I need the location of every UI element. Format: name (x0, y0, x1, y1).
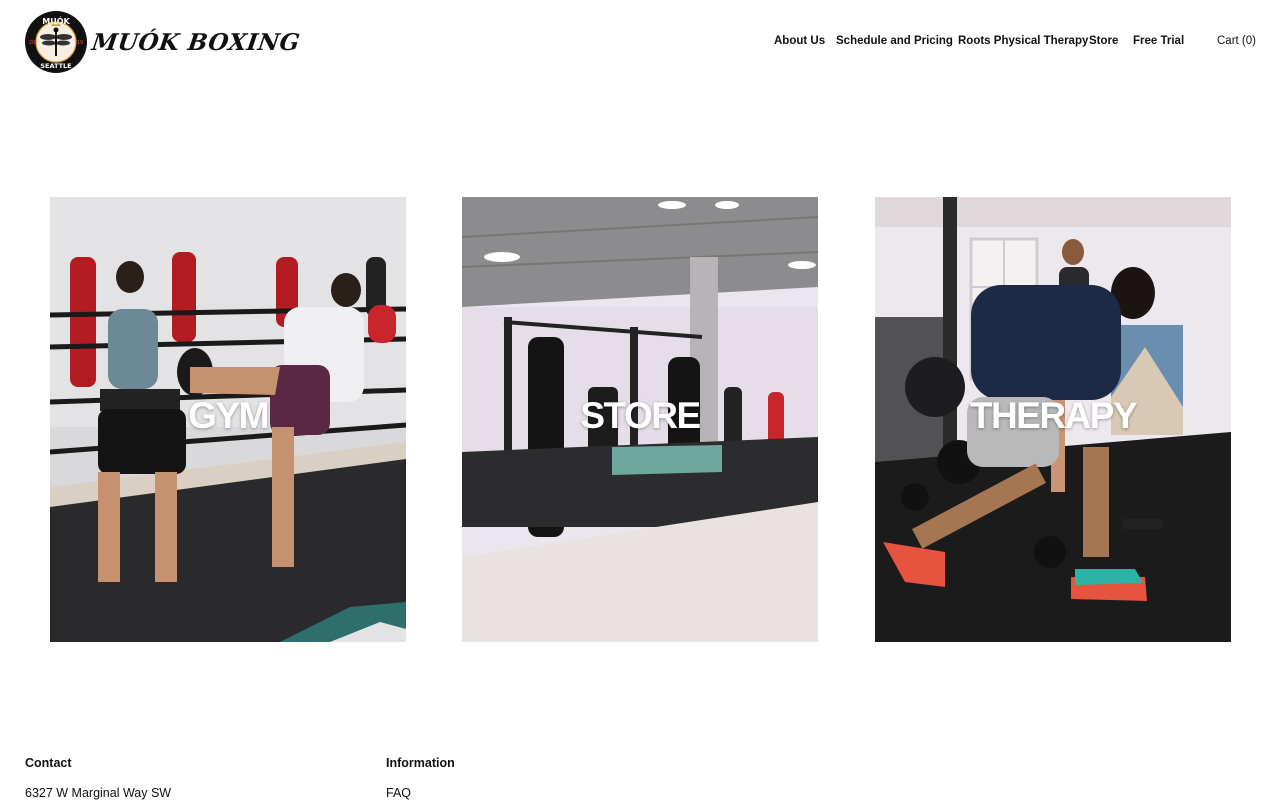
nav-roots-physical-therapy[interactable]: Roots Physical Therapy (958, 35, 1088, 47)
footer-information: Information FAQ (386, 756, 455, 800)
gym-tile[interactable]: GYM (50, 197, 406, 642)
footer-contact-heading: Contact (25, 756, 72, 770)
badge-top-text: MUÓK (42, 15, 70, 26)
badge-bottom-text: SEATTLE (40, 62, 71, 70)
footer-information-heading: Information (386, 756, 455, 770)
main-nav: About Us Schedule and Pricing Roots Phys… (0, 35, 1280, 51)
store-tile-label: STORE (580, 395, 701, 436)
nav-free-trial[interactable]: Free Trial (1133, 35, 1184, 47)
nav-schedule-and-pricing[interactable]: Schedule and Pricing (836, 35, 953, 47)
store-tile[interactable]: STORE (462, 197, 818, 642)
footer-faq-link[interactable]: FAQ (386, 786, 455, 800)
cart-link[interactable]: Cart (0) (1217, 35, 1256, 47)
footer-address-line: 6327 W Marginal Way SW (25, 786, 172, 800)
gym-tile-label: GYM (188, 395, 269, 436)
therapy-tile[interactable]: THERAPY (875, 197, 1231, 642)
footer-contact: Contact 6327 W Marginal Way SW (25, 756, 171, 800)
nav-about-us[interactable]: About Us (774, 35, 825, 47)
therapy-tile-label: THERAPY (969, 395, 1138, 436)
nav-store[interactable]: Store (1089, 35, 1118, 47)
site-header: MUÓK SEATTLE 20 19 MUÓK BOXING About Us … (0, 0, 1280, 84)
